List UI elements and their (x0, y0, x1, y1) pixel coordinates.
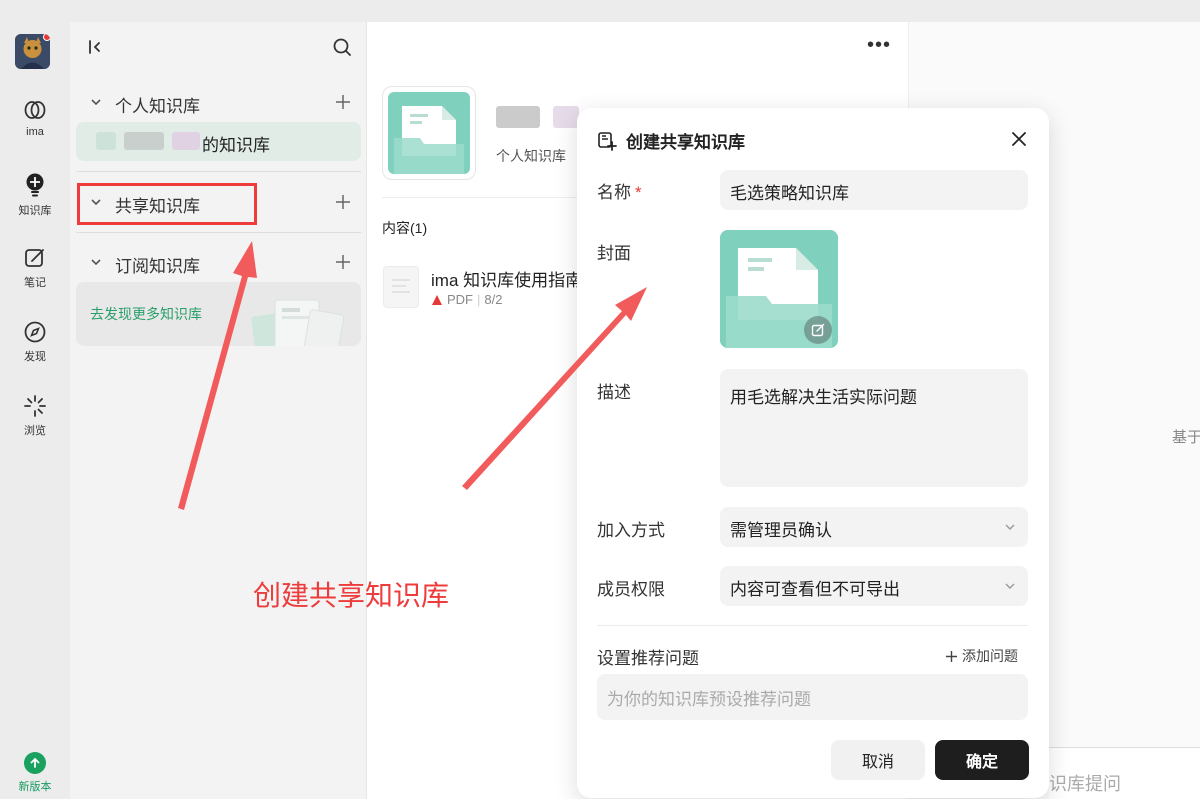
compass-icon (24, 321, 46, 343)
chat-input[interactable]: 识库提问 (1049, 747, 1200, 799)
file-thumbnail[interactable] (383, 266, 419, 308)
member-permission-select[interactable]: 内容可查看但不可导出 (720, 566, 1028, 606)
browse-burst-icon (24, 395, 46, 417)
rail-item-label: 知识库 (18, 205, 52, 217)
content-count-label: 内容(1) (382, 220, 428, 236)
chevron-down-icon (91, 99, 101, 106)
rail-item-label: 笔记 (24, 277, 46, 289)
name-input[interactable]: 毛选策略知识库 (720, 170, 1028, 210)
section-personal[interactable]: 个人知识库 (70, 82, 367, 122)
confirm-button[interactable]: 确定 (935, 740, 1029, 780)
file-type: PDF (447, 292, 473, 307)
chat-hint-text: 基于 (1172, 429, 1200, 446)
add-question-button[interactable]: 添加问题 (945, 646, 1018, 666)
description-textarea[interactable]: 用毛选解决生活实际问题 (720, 369, 1028, 487)
confirm-label: 确定 (965, 754, 998, 771)
pdf-icon (432, 294, 442, 305)
annotation-caption: 创建共享知识库 (253, 580, 450, 611)
file-date: 8/2 (484, 292, 503, 307)
rail-item-label: ima (26, 126, 44, 138)
blurred-name (124, 132, 164, 150)
kb-cover-thumbnail (382, 86, 476, 180)
name-input-value: 毛选策略知识库 (730, 184, 849, 203)
plus-icon (946, 650, 957, 662)
desc-label: 描述 (597, 383, 631, 402)
add-subscribed-kb-icon[interactable] (334, 253, 352, 271)
blurred-name (96, 132, 116, 150)
edit-cover-icon[interactable] (804, 316, 832, 344)
chevron-down-icon (1005, 583, 1015, 589)
knowledge-bulb-icon (26, 173, 44, 197)
knowledge-sidebar: 个人知识库 的知识库 共享知识库 订阅知识库 去发现更多知识库 (70, 22, 367, 799)
collapse-sidebar-icon[interactable] (86, 38, 104, 56)
discover-more-card[interactable]: 去发现更多知识库 (76, 282, 361, 346)
documents-illustration-icon (251, 299, 345, 346)
divider (76, 171, 361, 172)
section-subscribed[interactable]: 订阅知识库 (70, 242, 367, 282)
rail-item-notes[interactable]: 笔记 (0, 246, 70, 290)
name-label: 名称 * (597, 178, 642, 203)
new-version-label: 新版本 (18, 781, 52, 793)
dialog-title: 创建共享知识库 (626, 133, 745, 152)
required-mark: * (635, 183, 642, 202)
blurred-title (553, 106, 579, 128)
blurred-title (496, 106, 540, 128)
create-kb-icon (598, 131, 617, 151)
file-meta: PDF | 8/2 (431, 292, 502, 307)
personal-kb-item[interactable]: 的知识库 (76, 122, 361, 161)
note-edit-icon (25, 249, 44, 267)
notification-dot (43, 34, 50, 41)
cover-label: 封面 (597, 244, 631, 263)
rail-item-ima[interactable]: ima (0, 98, 70, 138)
join-method-select[interactable]: 需管理员确认 (720, 507, 1028, 547)
cover-picker[interactable] (720, 230, 838, 348)
file-name[interactable]: ima 知识库使用指南 (431, 266, 582, 291)
rail-item-knowledge[interactable]: 知识库 (0, 172, 70, 218)
add-shared-kb-icon[interactable] (334, 193, 352, 211)
kb-item-label: 的知识库 (202, 136, 270, 155)
add-personal-kb-icon[interactable] (334, 93, 352, 111)
chevron-down-icon (91, 259, 101, 266)
cancel-label: 取消 (861, 754, 894, 771)
chevron-down-icon (1005, 524, 1015, 530)
create-shared-kb-dialog: 创建共享知识库 名称 * 毛选策略知识库 封面 描述 用毛选解决生活实际问题 加入… (577, 108, 1049, 798)
section-title: 订阅知识库 (115, 257, 200, 276)
ima-logo-icon (24, 101, 46, 119)
search-icon[interactable] (332, 37, 352, 57)
divider (76, 232, 361, 233)
recommended-question-placeholder: 为你的知识库预设推荐问题 (607, 690, 811, 709)
description-value: 用毛选解决生活实际问题 (730, 388, 917, 407)
recommended-questions-label: 设置推荐问题 (597, 649, 699, 668)
more-options-icon[interactable]: ••• (867, 34, 891, 57)
cancel-button[interactable]: 取消 (831, 740, 925, 780)
close-icon[interactable] (1009, 129, 1029, 149)
section-title: 个人知识库 (115, 97, 200, 116)
member-permission-value: 内容可查看但不可导出 (730, 580, 900, 599)
dialog-header: 创建共享知识库 (597, 128, 745, 153)
name-label-text: 名称 (597, 183, 631, 202)
rail-item-discover[interactable]: 发现 (0, 320, 70, 364)
divider (597, 625, 1028, 626)
join-method-label: 加入方式 (597, 521, 665, 540)
recommended-question-input[interactable]: 为你的知识库预设推荐问题 (597, 674, 1028, 720)
blurred-name (172, 132, 200, 150)
upgrade-arrow-icon (24, 752, 46, 774)
chat-input-placeholder: 识库提问 (1049, 774, 1121, 794)
document-icon (392, 279, 410, 293)
folder-doc-icon (388, 92, 470, 174)
kb-type-label: 个人知识库 (496, 148, 566, 164)
sidebar-toolbar (70, 22, 367, 72)
avatar[interactable] (15, 34, 50, 69)
rail-item-label: 发现 (24, 351, 46, 363)
rail-item-browse[interactable]: 浏览 (0, 394, 70, 438)
join-method-value: 需管理员确认 (730, 521, 832, 540)
new-version-button[interactable]: 新版本 (0, 752, 70, 794)
annotation-highlight-box (77, 183, 257, 225)
discover-more-label: 去发现更多知识库 (90, 306, 202, 322)
left-rail: ima 知识库 笔记 发现 浏览 新版本 (0, 0, 70, 799)
rail-item-label: 浏览 (24, 425, 46, 437)
add-question-label: 添加问题 (962, 648, 1018, 664)
member-permission-label: 成员权限 (597, 580, 665, 599)
